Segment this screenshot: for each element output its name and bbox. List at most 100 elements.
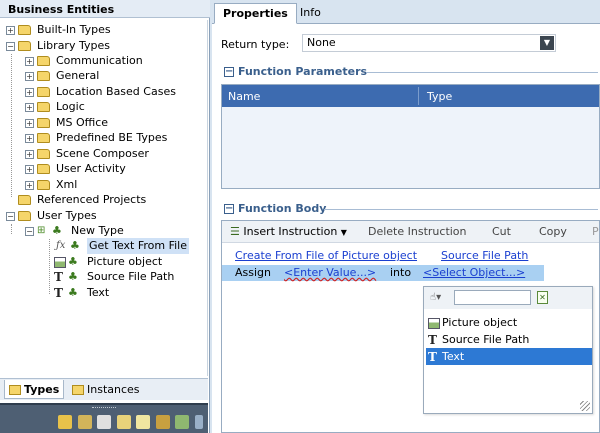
popup-item-text[interactable]: T Text (426, 348, 592, 365)
tab-instances[interactable]: Instances (68, 380, 144, 399)
function-body-editor: ☰ Insert Instruction ▼ Delete Instructio… (221, 220, 600, 433)
tree-item-ms-office[interactable]: + MS Office (25, 115, 110, 131)
grip-handle[interactable] (92, 407, 116, 410)
assign-instruction-row[interactable]: Assign <Enter Value...> into <Select Obj… (222, 265, 544, 281)
panel-header: Business Entities (0, 0, 210, 18)
tree-item-predefined-be-types[interactable]: + Predefined BE Types (25, 130, 169, 146)
new-folder-icon[interactable] (77, 415, 92, 429)
insert-icon: ☰ (230, 225, 240, 238)
tree-item-xml[interactable]: + Xml (25, 177, 79, 193)
expand-icon[interactable]: + (25, 102, 34, 112)
group-icon[interactable] (175, 415, 189, 429)
properties-panel: Properties Info Return type: None ▼ − Fun… (212, 0, 600, 433)
expand-icon[interactable]: + (25, 118, 34, 128)
tree-item-referenced-projects[interactable]: Referenced Projects (18, 192, 148, 208)
tree-item-new-type[interactable]: − ⊞ ♣ New Type (25, 223, 126, 239)
tree-item-communication[interactable]: + Communication (25, 53, 145, 69)
cut-button[interactable]: Cut (492, 225, 511, 238)
tab-types[interactable]: Types (4, 380, 65, 399)
folder-icon (37, 118, 50, 128)
expand-icon[interactable]: + (25, 56, 34, 66)
new-type-icon[interactable] (58, 415, 72, 429)
business-type-icon: ♣ (52, 224, 62, 237)
collapse-icon[interactable]: − (6, 211, 15, 221)
expand-icon[interactable]: + (25, 164, 34, 174)
function-icon: ƒx (56, 240, 66, 251)
popup-item-picture-object[interactable]: Picture object (426, 314, 592, 331)
tree-item-user-types[interactable]: − User Types (6, 208, 99, 224)
tree-item-general[interactable]: + General (25, 68, 101, 84)
column-separator[interactable] (418, 87, 419, 105)
folder-icon (37, 56, 50, 66)
popup-item-source-file-path[interactable]: T Source File Path (426, 331, 592, 348)
tree-item-text[interactable]: T ♣ Text (54, 285, 111, 301)
instances-tab-icon (72, 385, 84, 395)
flag-icon[interactable] (97, 415, 111, 429)
expand-icon[interactable]: + (6, 25, 15, 35)
business-type-icon: ♣ (68, 270, 78, 283)
tree-item-library-types[interactable]: − Library Types (6, 38, 112, 54)
clear-filter-icon[interactable]: ✕ (537, 291, 548, 304)
copy-button[interactable]: Copy (539, 225, 567, 238)
folder-open-icon (18, 211, 31, 221)
tab-info[interactable]: Info (292, 3, 329, 24)
resize-grip-icon[interactable] (580, 401, 590, 411)
select-object-placeholder[interactable]: <Select Object...> (423, 266, 525, 279)
filter-input[interactable] (454, 290, 531, 305)
collapse-icon[interactable]: − (25, 226, 34, 236)
chevron-down-icon: ▼ (340, 228, 347, 237)
expand-icon[interactable]: + (25, 180, 34, 190)
business-type-icon: ♣ (68, 286, 78, 299)
tab-properties[interactable]: Properties (214, 3, 297, 24)
create-from-file-link[interactable]: Create From File of Picture object (235, 249, 417, 262)
expand-icon[interactable]: + (25, 133, 34, 143)
folder-icon (37, 180, 50, 190)
tree-item-get-text-from-file[interactable]: ƒx ♣ Get Text From File (56, 238, 190, 254)
object-picker-popup: ☝▾ ✕ Picture object T Source File Path TT… (423, 286, 593, 414)
source-file-path-link[interactable]: Source File Path (441, 249, 528, 262)
function-parameters-header[interactable]: − Function Parameters (224, 65, 367, 78)
tree-item-scene-composer[interactable]: + Scene Composer (25, 146, 151, 162)
collapse-icon[interactable]: − (224, 67, 234, 77)
bottom-toolbar (0, 403, 208, 433)
delete-instruction-button[interactable]: Delete Instruction (368, 225, 467, 238)
enter-value-placeholder[interactable]: <Enter Value...> (284, 266, 376, 279)
dropdown-arrow-icon[interactable]: ▼ (540, 36, 554, 50)
tree-item-built-in-types[interactable]: + Built-In Types (6, 22, 113, 38)
properties-content: Return type: None ▼ − Function Parameters… (212, 24, 600, 433)
hand-pointer-icon[interactable]: ☝▾ (430, 292, 441, 303)
expand-icon[interactable]: + (25, 149, 34, 159)
folder-icon (37, 71, 50, 81)
function-body-header[interactable]: − Function Body (224, 202, 326, 215)
function-body-toolbar: ☰ Insert Instruction ▼ Delete Instructio… (222, 221, 599, 243)
paste-button[interactable]: P (592, 225, 599, 238)
screen-icon[interactable] (116, 415, 131, 429)
text-type-icon: T (428, 349, 437, 364)
tree-item-logic[interactable]: + Logic (25, 99, 87, 115)
more-icon[interactable] (194, 415, 203, 429)
parameters-table-body[interactable] (222, 107, 599, 188)
picture-icon (428, 317, 440, 329)
collapse-icon[interactable]: − (6, 41, 15, 51)
entity-tree: + Built-In Types − Library Types + Communic… (0, 20, 208, 376)
column-header-type[interactable]: Type (427, 90, 452, 103)
insert-instruction-button[interactable]: ☰ Insert Instruction ▼ (230, 225, 347, 238)
expand-icon[interactable]: + (25, 71, 34, 81)
tree-item-user-activity[interactable]: + User Activity (25, 161, 128, 177)
return-type-select[interactable]: None ▼ (302, 34, 556, 52)
tree-item-location-based-cases[interactable]: + Location Based Cases (25, 84, 178, 100)
text-type-icon: T (54, 270, 63, 284)
archive-icon[interactable] (155, 415, 170, 429)
parameters-table-header: Name Type (222, 85, 599, 107)
folder-icon (37, 87, 50, 97)
popup-toolbar: ☝▾ ✕ (424, 287, 592, 309)
folder-icon (37, 149, 50, 159)
business-entities-panel: Business Entities + Built-In Types − Libra… (0, 0, 210, 433)
collapse-icon[interactable]: − (224, 204, 234, 214)
tree-item-picture-object[interactable]: ♣ Picture object (54, 254, 164, 270)
expand-icon[interactable]: + (25, 87, 34, 97)
column-header-name[interactable]: Name (228, 90, 260, 103)
tree-item-source-file-path[interactable]: T ♣ Source File Path (54, 269, 176, 285)
window-icon[interactable] (136, 415, 150, 429)
folder-icon (18, 25, 31, 35)
